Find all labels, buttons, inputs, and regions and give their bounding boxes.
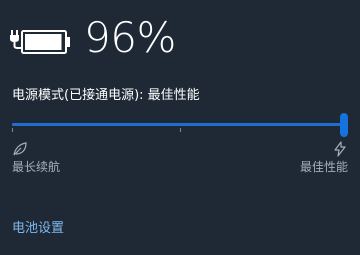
power-mode-slider[interactable] — [12, 112, 350, 138]
slider-thumb[interactable] — [340, 113, 348, 137]
slider-tick — [180, 128, 181, 132]
lightning-icon — [334, 141, 346, 157]
battery-status — [10, 14, 72, 64]
leaf-icon — [13, 142, 27, 156]
battery-flyout: 96% 电源模式(已接通电源): 最佳性能 最长续航 最佳性能 电池设置 — [0, 0, 360, 255]
battery-charging-icon — [10, 30, 70, 54]
best-performance-label: 最佳性能 — [300, 160, 349, 174]
slider-track[interactable] — [12, 123, 344, 126]
battery-percentage: 96% — [84, 13, 176, 62]
slider-tick — [12, 128, 13, 132]
power-mode-label: 电源模式(已接通电源): 最佳性能 — [12, 88, 200, 103]
best-battery-label: 最长续航 — [12, 160, 61, 174]
battery-settings-link[interactable]: 电池设置 — [12, 219, 64, 239]
